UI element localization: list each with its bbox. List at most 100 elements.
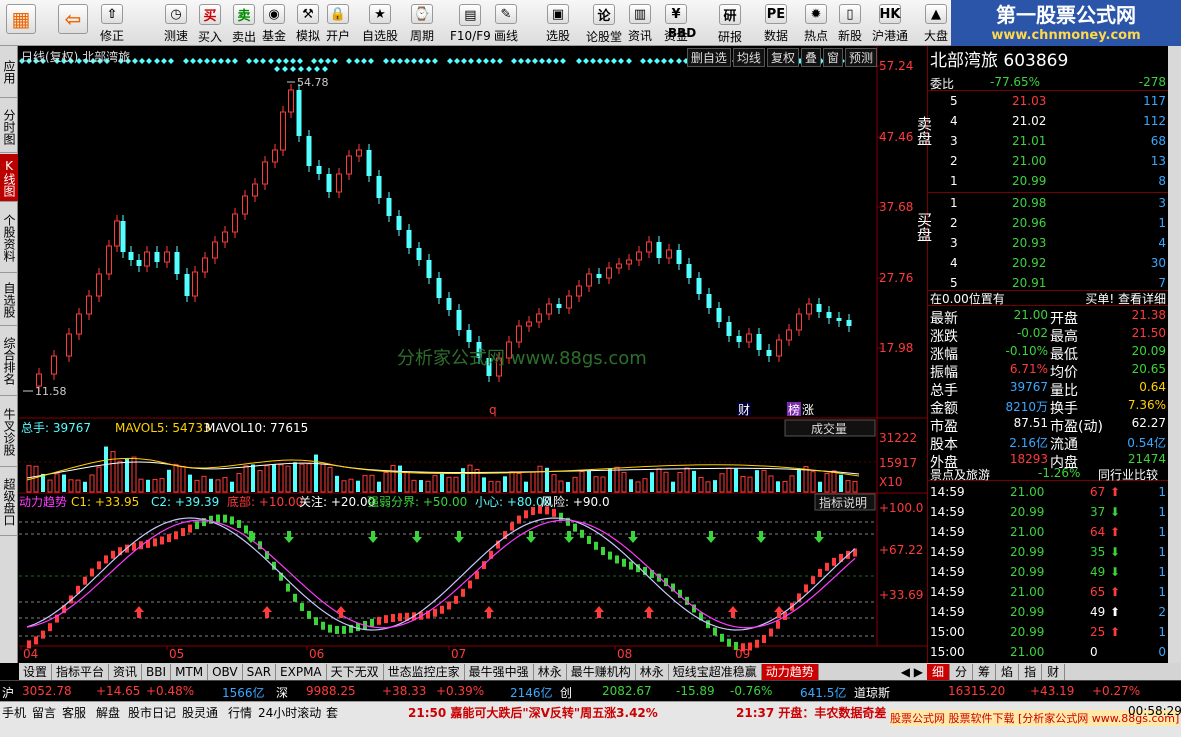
cy-value: 2082.67 [602, 684, 652, 698]
toolbar-windows-grid-button[interactable]: ▦ [6, 2, 36, 44]
indicator-tab[interactable]: 最牛强中强 [465, 663, 534, 680]
toolbar-data-button[interactable]: PE 数据 [764, 2, 788, 44]
buy-level-row[interactable]: 2 20.96 1 [928, 214, 1169, 234]
tick-price: 21.00 [1010, 645, 1045, 659]
chart-tool-button[interactable]: 删自选 [686, 48, 731, 67]
buy-level-row[interactable]: 3 20.93 4 [928, 234, 1169, 254]
indicator-tab[interactable]: 林永 [636, 663, 669, 680]
vtab-7[interactable]: 超级盘口 [0, 468, 18, 536]
volume-bar [551, 474, 557, 493]
quote-tab[interactable]: 焰 [996, 663, 1020, 680]
quote-tab[interactable]: 指 [1019, 663, 1043, 680]
indicator-tab[interactable]: 动力趋势 [761, 663, 819, 680]
indicator-tab[interactable]: MTM [171, 663, 209, 680]
vtab-2[interactable]: K线图 [0, 154, 18, 202]
chart-tool-button[interactable]: 复权 [766, 48, 799, 67]
toolbar-news-button[interactable]: ▥ 资讯 [628, 2, 652, 44]
sell-level-row[interactable]: 1 20.99 8 [928, 172, 1169, 192]
sell-level-row[interactable]: 5 21.03 117 [928, 92, 1169, 112]
toolbar-ipo-button[interactable]: ▯ 新股 [838, 2, 862, 44]
status-item[interactable]: 24小时滚动 [258, 704, 321, 721]
toolbar-star-button[interactable]: ★ 自选股 [362, 2, 398, 44]
quote-tab[interactable]: 细 [927, 663, 951, 680]
sell-level-row[interactable]: 3 21.01 68 [928, 132, 1169, 152]
status-item[interactable]: 留言 [32, 704, 56, 721]
vtab-4[interactable]: 自选股 [0, 275, 18, 326]
candle-body [676, 250, 682, 264]
toolbar-buy-button[interactable]: 买买入 [198, 2, 222, 44]
status-item[interactable]: 股市日记 [128, 704, 176, 721]
indicator-tab[interactable]: 林永 [534, 663, 567, 680]
status-item[interactable]: 客服 [62, 704, 86, 721]
status-item[interactable]: 解盘 [96, 704, 120, 721]
candle-body [726, 322, 732, 336]
toolbar-hk-connect-button[interactable]: HK 沪港通 [872, 2, 908, 44]
toolbar-screen-button[interactable]: ▣ 选股 [546, 2, 570, 44]
sell-price: 21.01 [1012, 134, 1047, 148]
toolbar-hammer-button[interactable]: ⚒ 模拟 [296, 2, 320, 44]
buy-detail-link[interactable]: 买单! 查看详细 [1085, 290, 1166, 307]
tick-row: 14:59 21.00 64 ⬆ 1 [928, 523, 1169, 543]
indicator-tab[interactable]: BBI [142, 663, 172, 680]
volume-ma10-label: MAVOL10: 77615 [205, 421, 308, 435]
vtab-3[interactable]: 个股资料 [0, 203, 18, 273]
kline-chart-area[interactable]: 57.24 47.46 37.68 27.76 17.98 54.78 11.58 分析家公式… [19, 46, 927, 663]
status-item[interactable]: 行情 [228, 704, 252, 721]
vtab-0[interactable]: 应用 [0, 46, 18, 98]
buy-level-row[interactable]: 1 20.98 3 [928, 194, 1169, 214]
quote-tab[interactable]: 筹 [973, 663, 997, 680]
arrow-down-icon: ⬇ [1110, 505, 1121, 519]
quote-tab[interactable]: 分 [950, 663, 974, 680]
indicator-tab[interactable]: 设置 [19, 663, 53, 680]
indicator-tab[interactable]: 资讯 [109, 663, 143, 680]
toolbar-pen-button[interactable]: ✎ 画线 [494, 2, 518, 44]
indicator-tab[interactable]: 世态监控庄家 [384, 663, 465, 680]
toolbar-market-button[interactable]: ▲ 大盘 [924, 2, 948, 44]
vtab-5[interactable]: 综合排名 [0, 327, 18, 396]
chart-tool-button[interactable]: 叠 [800, 48, 821, 67]
toolbar-hot-button[interactable]: ✹ 热点 [804, 2, 828, 44]
toolbar-period-button[interactable]: ⌚ 周期 [410, 2, 434, 44]
vtab-1[interactable]: 分时图 [0, 101, 18, 153]
indicator-tab[interactable]: SAR [243, 663, 277, 680]
chart-tool-button[interactable]: 均线 [732, 48, 765, 67]
candle-body [128, 252, 134, 260]
toolbar-report-button[interactable]: 研研报 [718, 2, 742, 44]
sell-level-row[interactable]: 2 21.00 13 [928, 152, 1169, 172]
chart-tool-button[interactable]: 窗 [822, 48, 843, 67]
status-item[interactable]: 手机 [2, 704, 26, 721]
tab-scroll-arrows[interactable]: ◀ ▶ [897, 664, 927, 680]
chart-tool-button[interactable]: 预测 [844, 48, 877, 67]
sector-name[interactable]: 景点及旅游 [930, 466, 990, 483]
toolbar-back-arrow-button[interactable]: ⇦ [58, 2, 88, 44]
vtab-6[interactable]: 牛叉诊股 [0, 397, 18, 467]
toolbar-forum-button[interactable]: 论论股堂 [586, 2, 622, 44]
right-scrollbar[interactable] [1168, 46, 1181, 663]
toolbar-arrow-up-button[interactable]: ⇧ 修正 [100, 2, 124, 44]
bbd-label[interactable]: BBD [668, 26, 696, 40]
toolbar-f10-button[interactable]: ▤ F10/F9 [450, 2, 491, 44]
status-item[interactable]: 套 [326, 704, 338, 721]
indicator-tab[interactable]: 指标平台 [52, 663, 110, 680]
quote-tab[interactable]: 财 [1042, 663, 1066, 680]
toolbar-lock-button[interactable]: 🔒 开户 [326, 2, 350, 44]
candle-body [202, 257, 208, 273]
indicator-tab[interactable]: OBV [208, 663, 243, 680]
indicator-bar [587, 535, 591, 544]
sell-level-row[interactable]: 4 21.02 112 [928, 112, 1169, 132]
indicator-tab[interactable]: 短线宝超准稳赢 [669, 663, 762, 680]
indicator-tab[interactable]: EXPMA [276, 663, 327, 680]
news-ticker-1[interactable]: 21:50 嘉能可大跌后"深V反转"周五涨3.42% [408, 704, 658, 721]
news-ticker-2[interactable]: 21:37 开盘：丰农数据奇差 [736, 704, 886, 721]
peer-compare-link[interactable]: 同行业比较 [1098, 466, 1158, 483]
toolbar-fund-button[interactable]: ◉ 基金 [262, 2, 286, 44]
kline-chart-svg[interactable]: 57.2447.4637.6827.7617.9854.7811.58分析家公式… [19, 46, 927, 663]
buy-level-row[interactable]: 4 20.92 30 [928, 254, 1169, 274]
indicator-tab[interactable]: 最牛赚机构 [567, 663, 636, 680]
volume-bar [201, 475, 207, 493]
toolbar-clock-button[interactable]: ◷ 测速 [164, 2, 188, 44]
status-item[interactable]: 股灵通 [182, 704, 218, 721]
indicator-tab[interactable]: 天下无双 [327, 663, 384, 680]
toolbar-sell-button[interactable]: 卖卖出 [232, 2, 256, 44]
sell-signal-arrow-icon [284, 531, 294, 543]
